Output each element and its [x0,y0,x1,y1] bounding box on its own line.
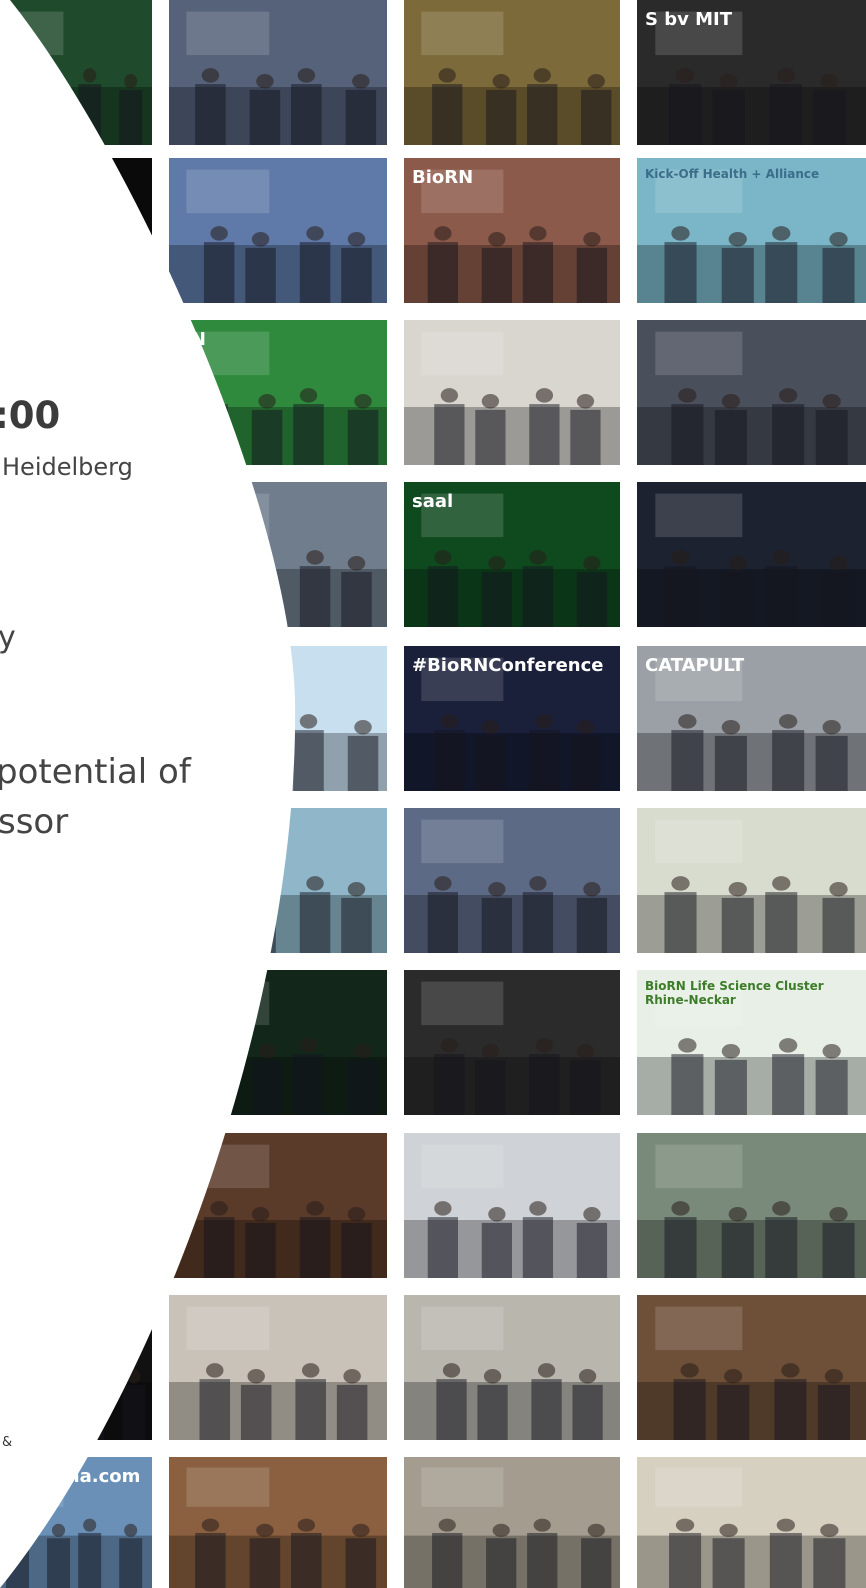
event-photo-r8c4 [637,1133,866,1278]
event-photo-r4c3: saal [404,482,620,627]
event-photo-r4c2 [169,482,387,627]
photo-art [637,819,866,953]
event-photo-r9c2 [169,1295,387,1440]
event-photo-r10c4 [637,1457,866,1588]
event-photo-r10c2 [169,1457,387,1588]
photo-art [404,981,620,1115]
photo-art [169,1306,387,1440]
photo-overlay-text: RN [177,329,206,350]
event-photo-r8c2 [169,1133,387,1278]
event-photo-r1c4: S bv MIT [637,0,866,145]
event-photo-r2c3: BioRN [404,158,620,303]
event-photo-r2c1 [0,158,152,303]
event-description-line-1: potential of [0,752,191,792]
photo-art [169,169,387,303]
event-photo-r4c4 [637,482,866,627]
event-photo-r7c4: BioRN Life Science Cluster Rhine-Neckar [637,970,866,1115]
photo-overlay-text: BioRN Life Science Cluster Rhine-Neckar [645,979,824,1007]
photo-art [169,657,387,791]
photo-art [404,331,620,465]
photo-overlay-text: Kick-Off Health + Alliance [645,167,820,181]
event-photo-r3c2: RN [169,320,387,465]
event-photo-r9c3 [404,1295,620,1440]
photo-art [169,1144,387,1278]
photo-overlay-text: c-pharma.com [0,1466,141,1487]
photo-art [169,819,387,953]
photo-overlay-text: #BioRNConference [412,655,604,676]
event-photo-r1c2 [169,0,387,145]
photo-art [404,1306,620,1440]
photo-art [0,169,152,303]
photo-overlay-text: BioRN [412,167,474,188]
event-time: :00 [0,394,61,437]
photo-overlay-text: CATAPULT [645,655,745,676]
ampersand-fragment: & [2,1435,13,1450]
photo-art [637,493,866,627]
event-photo-r2c4: Kick-Off Health + Alliance [637,158,866,303]
event-photo-r5c3: #BioRNConference [404,646,620,791]
photo-art [0,1306,152,1440]
event-description-line-2: ssor [0,802,69,842]
photo-art [404,11,620,145]
event-photo-r6c3 [404,808,620,953]
photo-art [637,331,866,465]
event-photo-r5c4: CATAPULT [637,646,866,791]
event-photo-r3c3 [404,320,620,465]
photo-art [169,1467,387,1588]
event-photo-r5c2 [169,646,387,791]
event-photo-r2c2 [169,158,387,303]
event-photo-r10c3 [404,1457,620,1588]
event-photo-r6c2 [169,808,387,953]
photo-grid: S bv MIT BioRN Kick-Off Health + Alliance R… [0,0,866,1588]
photo-overlay-text: S bv MIT [645,9,733,30]
photo-art [0,11,152,145]
event-photo-r7c2 [169,970,387,1115]
photo-art [404,1144,620,1278]
photo-art [637,1467,866,1588]
event-photo-r9c1 [0,1295,152,1440]
event-location: Heidelberg [2,453,133,481]
photo-art [404,819,620,953]
text-fragment: y [0,620,16,655]
photo-art [637,1306,866,1440]
event-photo-r9c4 [637,1295,866,1440]
photo-overlay-text: saal [412,491,454,512]
photo-art [169,11,387,145]
event-photo-r6c4 [637,808,866,953]
event-photo-r7c3 [404,970,620,1115]
photo-art [169,493,387,627]
photo-art [404,1467,620,1588]
event-photo-r8c3 [404,1133,620,1278]
event-photo-r1c3 [404,0,620,145]
event-photo-r1c1 [0,0,152,145]
event-photo-r3c4 [637,320,866,465]
photo-art [169,981,387,1115]
event-photo-r10c1: c-pharma.com [0,1457,152,1588]
photo-art [637,1144,866,1278]
